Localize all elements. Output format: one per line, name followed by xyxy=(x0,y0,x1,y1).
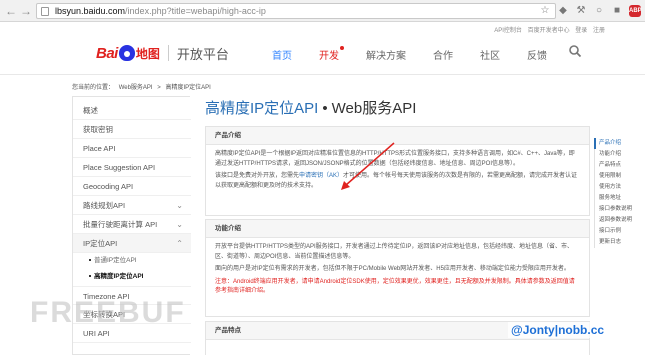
toc-item[interactable]: 更新日志 xyxy=(595,237,645,248)
nav-feedback[interactable]: 反馈 xyxy=(527,47,547,62)
breadcrumb: 您当前的位置： Web服务API > 高精度IP定位API xyxy=(72,82,214,91)
url-host: lbsyun.baidu.com xyxy=(55,6,126,16)
sidebar-item-overview[interactable]: 概述 xyxy=(73,101,191,120)
page-icon xyxy=(41,7,49,16)
sidebar-item-label: IP定位API xyxy=(83,239,118,248)
sidebar-subitem-label: 高精度IP定位API xyxy=(94,273,144,280)
search-icon[interactable] xyxy=(568,44,582,58)
paragraph-text: 该接口是免费对外开放，您需先 xyxy=(215,173,300,179)
address-bar[interactable]: lbsyun.baidu.com/index.php?title=webapi/… xyxy=(36,3,556,19)
sidebar-item-label: 路线规划API xyxy=(83,201,126,210)
section-heading: 产品介绍 xyxy=(206,127,589,145)
new-dot-icon xyxy=(340,45,344,50)
sidebar-item-get-key[interactable]: 获取密钥 xyxy=(73,120,191,139)
section-product-intro: 产品介绍 高精度IP定位API是一个根据IP返回对应精准位置信息的HTTP/HT… xyxy=(205,126,590,216)
sidebar-item-label: 概述 xyxy=(83,106,98,115)
section-heading: 功能介绍 xyxy=(206,220,589,238)
breadcrumb-link[interactable]: Web服务API xyxy=(119,85,153,91)
header-divider xyxy=(0,74,645,75)
back-icon[interactable]: ← xyxy=(3,3,19,19)
toc-item[interactable]: 接口示例 xyxy=(595,226,645,237)
logo-divider xyxy=(167,45,169,61)
nav-cooperation[interactable]: 合作 xyxy=(433,47,453,62)
main-nav: 首页 开发 解决方案 合作 社区 反馈 xyxy=(272,45,574,62)
sidebar-item-place-suggestion[interactable]: Place Suggestion API xyxy=(73,158,191,177)
browser-toolbar: ☆ ◆ ⚒ ○ ■ ABP xyxy=(539,4,642,18)
logo-platform-text: 开放平台 xyxy=(176,46,229,62)
page-title-secondary: Web服务API xyxy=(331,100,417,117)
sidebar-subitem-high-acc-ip[interactable]: 高精度IP定位API xyxy=(73,269,191,285)
section-features: 功能介绍 开放平台提供HTTP/HTTPS类型的API服务接口，开发者通过上传待… xyxy=(205,219,590,317)
section-body: 开放平台提供HTTP/HTTPS类型的API服务接口，开发者通过上传待定位IP，… xyxy=(206,238,589,305)
breadcrumb-prefix: 您当前的位置： xyxy=(72,85,115,91)
breadcrumb-current: 高精度IP定位API xyxy=(165,85,211,91)
notice-paragraph: 注意：Android终端应用开发者，请申请Android定位SDK使用，定位效果… xyxy=(215,278,575,295)
sidebar-item-route-planning[interactable]: 路线规划API ⌄ xyxy=(73,196,191,215)
sidebar-item-label: Geocoding API xyxy=(83,182,134,191)
toc-item[interactable]: 使用方法 xyxy=(595,182,645,193)
extension-badge-icon[interactable]: ABP xyxy=(629,5,642,17)
author-watermark: @Jonty|nobb.cc xyxy=(508,322,608,338)
browser-chrome: ← → lbsyun.baidu.com/index.php?title=web… xyxy=(0,0,645,22)
sidebar-item-batch-distance[interactable]: 批量行驶距离计算 API ⌄ xyxy=(73,215,191,234)
toc-item[interactable]: 功能介绍 xyxy=(595,149,645,160)
sidebar-item-geocoding[interactable]: Geocoding API xyxy=(73,177,191,196)
extension-icon[interactable]: ■ xyxy=(611,5,623,17)
nav-home[interactable]: 首页 xyxy=(272,47,292,62)
toc-item[interactable]: 产品特点 xyxy=(595,160,645,171)
section-paragraph: 开放平台提供HTTP/HTTPS类型的API服务接口，开发者通过上传待定位IP，… xyxy=(215,244,574,260)
toc-item[interactable]: 使用限制 xyxy=(595,171,645,182)
chevron-up-icon: ⌃ xyxy=(176,239,183,248)
page-title-primary: 高精度IP定位API xyxy=(205,100,319,117)
sidebar-subitem-label: 普通IP定位API xyxy=(94,257,137,264)
page-title: 高精度IP定位API • Web服务API xyxy=(205,97,416,118)
section-paragraph: 该接口是免费对外开放，您需先申请密钥（AK）才可使用。每个帐号每天使用该服务的次… xyxy=(215,172,580,191)
extension-icon[interactable]: ○ xyxy=(593,5,605,17)
nav-solutions[interactable]: 解决方案 xyxy=(366,47,406,62)
freebuf-watermark: FREEBUF xyxy=(30,296,186,329)
sidebar-item-label: Place API xyxy=(83,144,116,153)
logo-text-bai: Bai xyxy=(96,44,118,62)
section-paragraph: 高精度IP定位API是一个根据IP返回对应精准位置信息的HTTP/HTTPS形式… xyxy=(215,151,575,167)
toc-item[interactable]: 返回参数说明 xyxy=(595,215,645,226)
forward-icon[interactable]: → xyxy=(18,3,34,19)
chevron-down-icon: ⌄ xyxy=(176,220,183,229)
site-header: Bai 地图 开放平台 首页 开发 解决方案 合作 社区 反馈 xyxy=(0,30,645,74)
page-toc: 产品介绍 功能介绍 产品特点 使用限制 使用方法 服务地址 接口参数说明 返回参… xyxy=(594,138,645,248)
toc-item[interactable]: 产品介绍 xyxy=(594,138,645,149)
sidebar-item-label: Place Suggestion API xyxy=(83,163,156,172)
sidebar-item-label: URI API xyxy=(83,329,110,338)
sidebar-item-ip-location[interactable]: IP定位API ⌃ xyxy=(73,234,191,253)
paw-icon xyxy=(118,45,135,61)
section-paragraph: 面向的用户是对IP定位有需求的开发者，包括但不限于PC/Mobile Web网站… xyxy=(215,266,570,272)
url-text[interactable]: lbsyun.baidu.com/index.php?title=webapi/… xyxy=(55,6,266,16)
toc-item[interactable]: 接口参数说明 xyxy=(595,204,645,215)
extension-icon[interactable]: ◆ xyxy=(557,5,569,17)
page-title-separator: • xyxy=(322,100,328,117)
sidebar-item-label: 获取密钥 xyxy=(83,125,113,134)
bullet-icon xyxy=(89,259,91,262)
chevron-down-icon: ⌄ xyxy=(176,201,183,210)
url-path: /index.php?title=webapi/high-acc-ip xyxy=(125,6,266,16)
sidebar-item-label: 批量行驶距离计算 API xyxy=(83,220,158,229)
star-icon[interactable]: ☆ xyxy=(539,5,551,17)
nav-community[interactable]: 社区 xyxy=(480,47,500,62)
wrench-icon[interactable]: ⚒ xyxy=(575,5,587,17)
nav-develop[interactable]: 开发 xyxy=(319,45,344,62)
toc-item[interactable]: 服务地址 xyxy=(595,193,645,204)
breadcrumb-separator: > xyxy=(157,85,161,91)
logo-text-ditu: 地图 xyxy=(135,46,160,61)
sidebar-subitem-normal-ip[interactable]: 普通IP定位API xyxy=(73,253,191,269)
baidu-map-logo[interactable]: Bai 地图 开放平台 xyxy=(96,44,229,62)
nav-develop-label: 开发 xyxy=(319,50,339,62)
bullet-icon xyxy=(89,275,91,278)
section-body: 高精度IP定位API是一个根据IP返回对应精准位置信息的HTTP/HTTPS形式… xyxy=(206,145,589,199)
sidebar-item-place-api[interactable]: Place API xyxy=(73,139,191,158)
apply-key-link[interactable]: 申请密钥（AK） xyxy=(299,173,343,179)
